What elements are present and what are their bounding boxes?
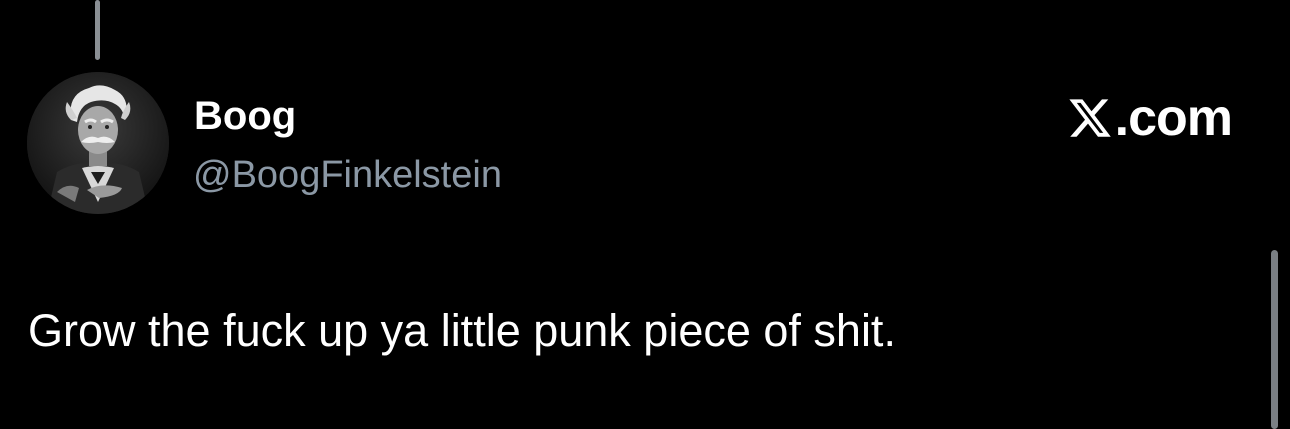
x-com-brand: .com — [1067, 89, 1233, 147]
brand-domain-text: .com — [1114, 89, 1233, 147]
scrollbar[interactable] — [1271, 250, 1278, 429]
thread-connector-line — [95, 0, 100, 60]
tweet-body-text: Grow the fuck up ya little punk piece of… — [28, 305, 896, 356]
author-avatar[interactable] — [27, 72, 169, 214]
author-handle[interactable]: @BoogFinkelstein — [193, 152, 502, 198]
author-display-name[interactable]: Boog — [194, 92, 296, 140]
x-logo-icon — [1069, 99, 1111, 137]
avatar-portrait-icon — [27, 72, 169, 214]
